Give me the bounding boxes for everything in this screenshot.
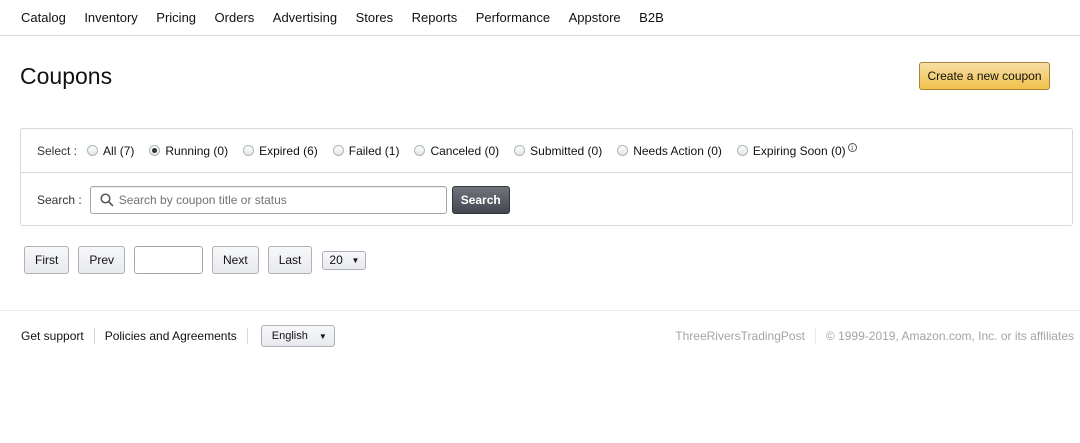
nav-reports[interactable]: Reports <box>412 10 458 25</box>
nav-pricing[interactable]: Pricing <box>156 10 196 25</box>
radio-button[interactable] <box>243 145 255 156</box>
radio-label: Running (0) <box>165 143 229 158</box>
nav-orders[interactable]: Orders <box>215 10 255 25</box>
select-label: Select : <box>37 143 78 158</box>
radio-label: Canceled (0) <box>430 143 500 158</box>
page-title: Coupons <box>20 63 113 89</box>
search-icon <box>100 193 114 207</box>
search-row: Search : Search <box>21 173 1072 227</box>
radio-label: Needs Action (0) <box>633 143 722 158</box>
nav-appstore[interactable]: Appstore <box>569 10 621 25</box>
radio-button[interactable] <box>332 145 344 156</box>
status-filter-row: Select : All (7) Running (0) Expired (6)… <box>21 129 1072 173</box>
radio-label: Failed (1) <box>348 143 400 158</box>
search-label: Search : <box>37 193 82 207</box>
radio-submitted[interactable]: Submitted (0) <box>514 144 602 158</box>
nav-inventory[interactable]: Inventory <box>84 10 137 25</box>
top-navigation: Catalog Inventory Pricing Orders Adverti… <box>0 0 1080 36</box>
search-input[interactable] <box>118 188 439 212</box>
page-size-select[interactable]: 20 ▼ <box>322 250 367 270</box>
info-icon[interactable]: i <box>847 143 857 152</box>
radio-button[interactable] <box>617 145 629 156</box>
radio-button[interactable] <box>514 145 526 156</box>
prev-page-button[interactable]: Prev <box>78 246 126 274</box>
search-field[interactable] <box>89 186 447 214</box>
footer: Get support Policies and Agreements Engl… <box>21 324 1080 348</box>
radio-label: All (7) <box>103 143 135 158</box>
language-value: English <box>271 330 308 342</box>
copyright: © 1999-2019, Amazon.com, Inc. or its aff… <box>825 329 1074 343</box>
store-name: ThreeRiversTradingPost <box>675 329 805 343</box>
radio-all[interactable]: All (7) <box>87 144 134 158</box>
page-size-value: 20 <box>329 253 343 267</box>
nav-stores[interactable]: Stores <box>356 10 394 25</box>
next-page-button[interactable]: Next <box>212 246 259 274</box>
radio-button[interactable] <box>736 145 748 156</box>
radio-label: Expiring Soon (0) <box>752 143 846 158</box>
last-page-button[interactable]: Last <box>267 246 313 274</box>
nav-advertising[interactable]: Advertising <box>273 10 337 25</box>
nav-b2b[interactable]: B2B <box>639 10 664 25</box>
caret-down-icon: ▼ <box>351 255 360 265</box>
language-select[interactable]: English ▼ <box>260 325 335 347</box>
radio-expired[interactable]: Expired (6) <box>243 144 318 158</box>
footer-separator <box>814 328 816 344</box>
get-support-link[interactable]: Get support <box>21 329 84 343</box>
radio-failed[interactable]: Failed (1) <box>332 143 400 158</box>
policies-link[interactable]: Policies and Agreements <box>105 329 237 343</box>
radio-button[interactable] <box>149 145 161 156</box>
create-coupon-button[interactable]: Create a new coupon <box>919 62 1050 90</box>
page-number-input[interactable] <box>134 246 204 274</box>
pagination: First Prev Next Last 20 ▼ <box>24 246 367 274</box>
search-button[interactable]: Search <box>451 186 510 214</box>
radio-expiring-soon[interactable]: Expiring Soon (0) i <box>736 143 857 158</box>
first-page-button[interactable]: First <box>24 246 70 274</box>
radio-button[interactable] <box>87 145 99 156</box>
filter-panel: Select : All (7) Running (0) Expired (6)… <box>20 128 1073 226</box>
caret-down-icon: ▼ <box>318 331 327 341</box>
radio-needs-action[interactable]: Needs Action (0) <box>617 144 722 158</box>
footer-separator <box>246 328 248 344</box>
footer-right: ThreeRiversTradingPost © 1999-2019, Amaz… <box>675 324 1074 348</box>
radio-label: Submitted (0) <box>530 143 603 158</box>
radio-canceled[interactable]: Canceled (0) <box>414 144 499 158</box>
radio-running[interactable]: Running (0) <box>149 144 228 158</box>
radio-label: Expired (6) <box>259 143 318 158</box>
radio-button[interactable] <box>414 145 426 156</box>
nav-performance[interactable]: Performance <box>476 10 550 25</box>
footer-separator <box>93 328 95 344</box>
nav-catalog[interactable]: Catalog <box>21 10 66 25</box>
footer-divider <box>0 310 1080 311</box>
